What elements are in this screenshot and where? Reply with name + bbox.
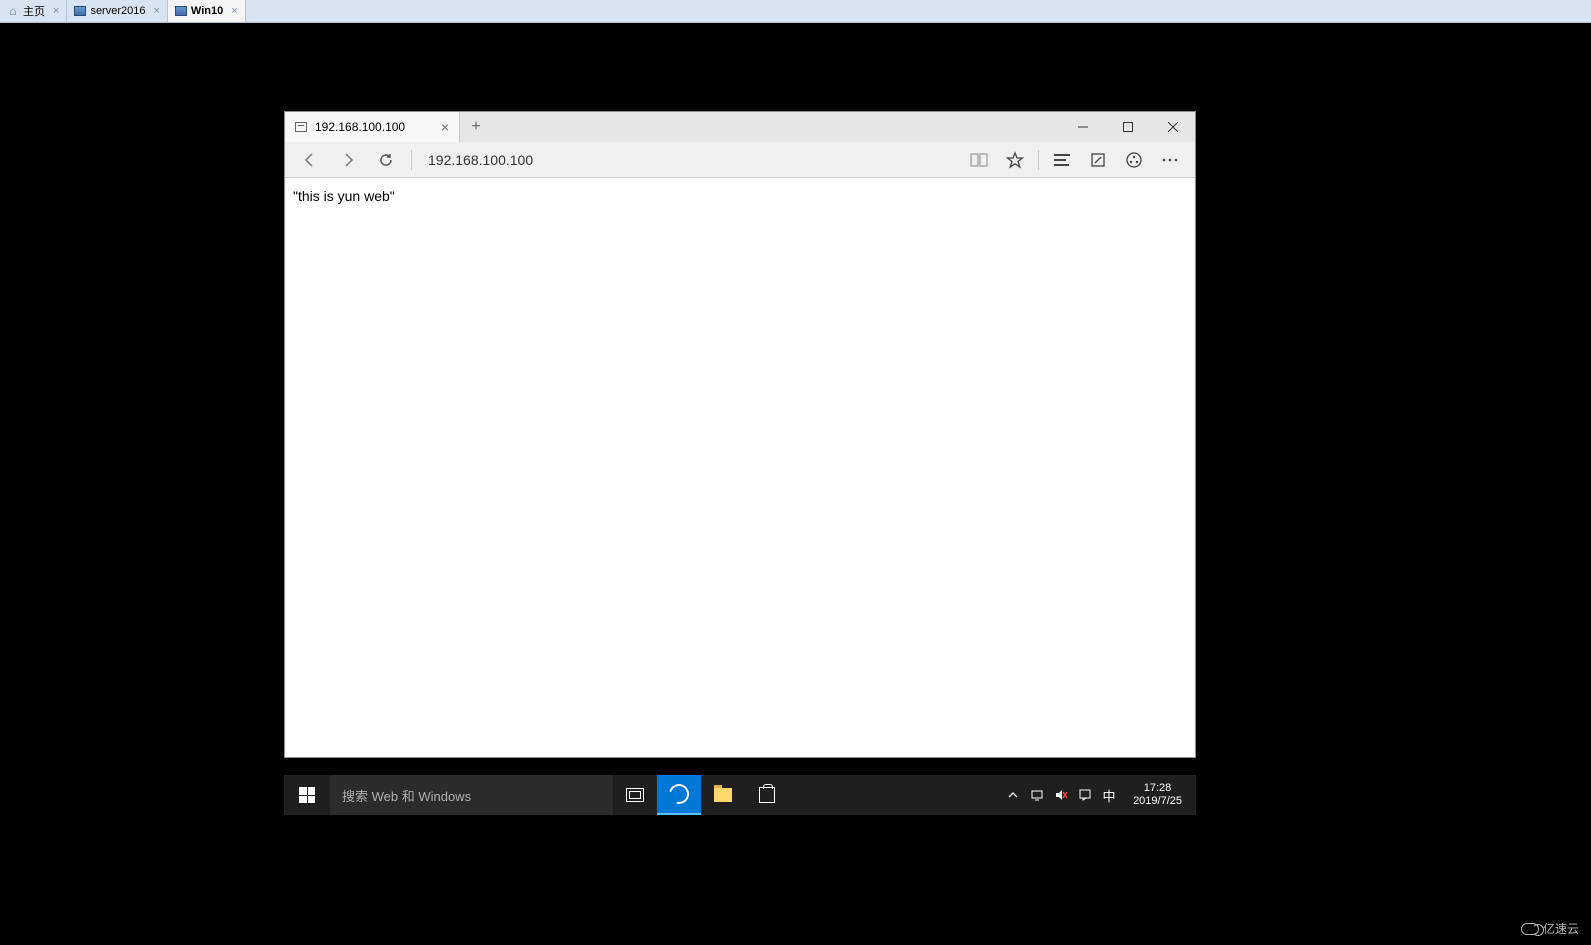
windows-logo-icon [299, 787, 315, 803]
guest-screen: 192.168.100.100 × + [284, 23, 1196, 815]
separator [1038, 150, 1039, 170]
vm-tab-home[interactable]: 主页 × [0, 0, 67, 22]
browser-tabbar: 192.168.100.100 × + [285, 112, 1195, 142]
action-center-icon[interactable] [1077, 787, 1093, 803]
watermark-text: 亿速云 [1543, 920, 1579, 937]
edge-icon [665, 780, 692, 807]
folder-icon [714, 788, 732, 802]
store-icon [759, 787, 775, 803]
watermark: 亿速云 [1521, 920, 1579, 937]
window-controls [1060, 112, 1195, 142]
monitor-icon [175, 5, 187, 17]
volume-icon[interactable] [1053, 787, 1069, 803]
network-icon[interactable] [1029, 787, 1045, 803]
minimize-button[interactable] [1060, 112, 1105, 142]
back-button[interactable] [293, 145, 327, 175]
address-bar[interactable] [420, 152, 958, 168]
browser-tab[interactable]: 192.168.100.100 × [285, 112, 460, 142]
reading-view-icon[interactable] [962, 145, 996, 175]
hub-icon[interactable] [1045, 145, 1079, 175]
edge-browser-window: 192.168.100.100 × + [284, 111, 1196, 758]
separator [411, 150, 412, 170]
search-placeholder: 搜索 Web 和 Windows [342, 786, 471, 805]
page-body-text: "this is yun web" [293, 188, 395, 204]
browser-navbar [285, 142, 1195, 178]
vm-desktop-area: 192.168.100.100 × + [0, 23, 1591, 945]
share-icon[interactable] [1117, 145, 1151, 175]
favorite-icon[interactable] [998, 145, 1032, 175]
vm-tab-win10[interactable]: Win10 × [168, 0, 246, 22]
more-icon[interactable] [1153, 145, 1187, 175]
vm-tab-label: Win10 [191, 5, 223, 17]
home-icon [7, 5, 19, 17]
new-tab-button[interactable]: + [460, 112, 492, 142]
close-icon[interactable]: × [231, 5, 237, 17]
forward-button[interactable] [331, 145, 365, 175]
close-icon[interactable]: × [53, 5, 59, 17]
taskbar-search[interactable]: 搜索 Web 和 Windows [330, 775, 613, 815]
monitor-icon [74, 5, 86, 17]
vm-tab-server2016[interactable]: server2016 × [67, 0, 167, 22]
taskview-icon [626, 788, 644, 802]
clock-time: 17:28 [1133, 782, 1182, 795]
page-icon [295, 122, 307, 132]
page-content: "this is yun web" [285, 178, 1195, 215]
taskbar-app-store[interactable] [745, 775, 789, 815]
refresh-button[interactable] [369, 145, 403, 175]
ime-indicator[interactable]: 中 [1101, 787, 1117, 803]
webnote-icon[interactable] [1081, 145, 1115, 175]
close-icon[interactable]: × [153, 5, 159, 17]
windows-taskbar: 搜索 Web 和 Windows 中 [284, 775, 1196, 815]
clock-date: 2019/7/25 [1133, 795, 1182, 808]
task-view-button[interactable] [613, 775, 657, 815]
vm-host-tabs: 主页 × server2016 × Win10 × [0, 0, 1591, 23]
system-tray: 中 17:28 2019/7/25 [999, 775, 1196, 815]
taskbar-app-explorer[interactable] [701, 775, 745, 815]
taskbar-app-edge[interactable] [657, 775, 701, 815]
start-button[interactable] [284, 775, 330, 815]
vm-tab-label: server2016 [90, 5, 145, 17]
close-icon[interactable]: × [441, 119, 449, 135]
maximize-button[interactable] [1105, 112, 1150, 142]
browser-tab-title: 192.168.100.100 [315, 120, 405, 134]
cloud-icon [1521, 923, 1539, 935]
tray-chevron-icon[interactable] [1005, 787, 1021, 803]
taskbar-clock[interactable]: 17:28 2019/7/25 [1125, 782, 1190, 808]
vm-tab-label: 主页 [23, 3, 45, 19]
close-button[interactable] [1150, 112, 1195, 142]
